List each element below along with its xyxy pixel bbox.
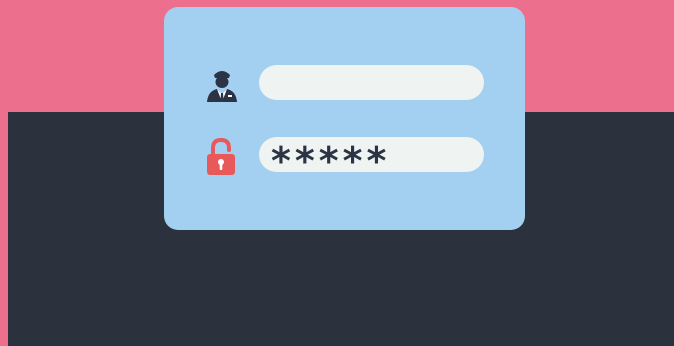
login-card: ***** — [164, 7, 525, 230]
password-input[interactable]: ***** — [259, 137, 484, 180]
user-icon — [207, 71, 237, 102]
password-mask: ***** — [271, 138, 391, 183]
username-input[interactable] — [259, 65, 484, 100]
lock-icon — [207, 137, 235, 175]
